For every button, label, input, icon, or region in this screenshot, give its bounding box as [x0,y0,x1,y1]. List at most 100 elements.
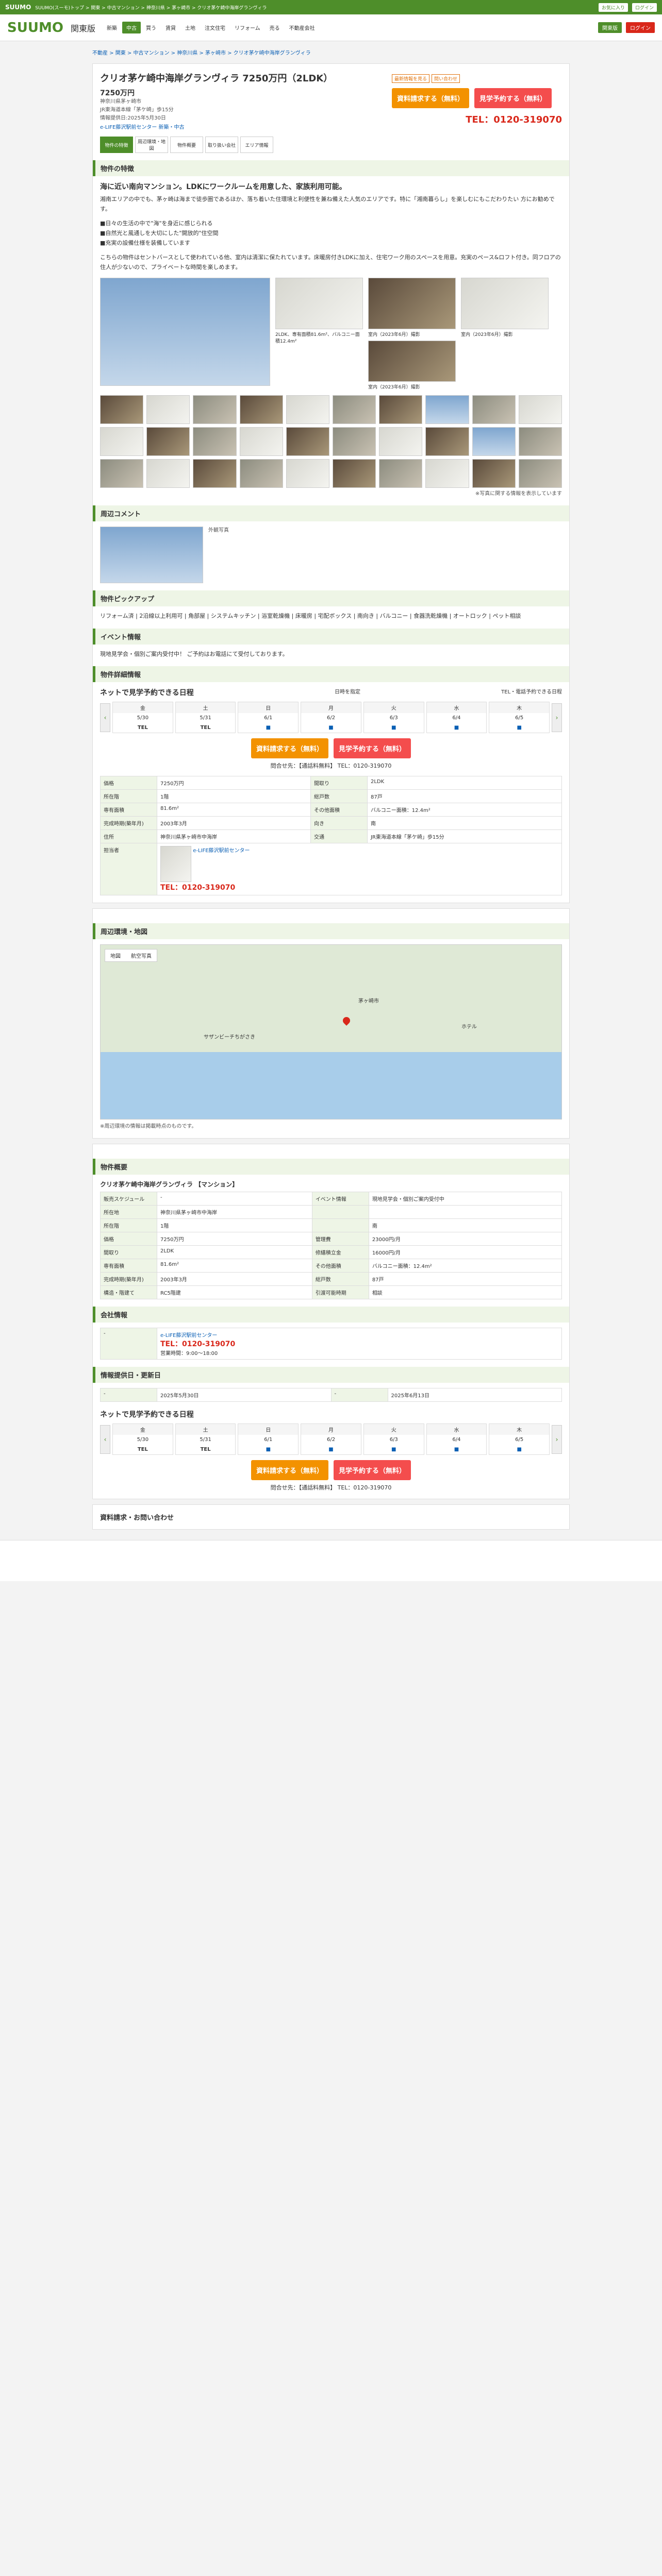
pin-icon[interactable] [341,1015,352,1026]
calendar-day[interactable]: 月 6/2 ■ [301,702,361,734]
thumbnail[interactable] [472,427,516,456]
top-logo[interactable]: SUUMO [5,4,31,11]
request-docs-button[interactable]: 資料請求する（無料） [392,88,469,108]
request-docs-button-3[interactable]: 資料請求する（無料） [251,1460,328,1481]
thumbnail[interactable] [193,427,237,456]
thumbnail[interactable] [286,427,329,456]
calendar-next-button[interactable]: › [552,703,562,732]
staff-tel[interactable]: TEL：0120-319070 [160,884,235,892]
thumbnail[interactable] [146,395,190,424]
nav-item[interactable]: 新築 [103,22,121,33]
thumbnail[interactable] [379,459,423,488]
thumbnail[interactable] [332,459,376,488]
tag-latest[interactable]: 最新情報を見る [392,74,430,83]
nav-item[interactable]: 買う [142,22,160,33]
calendar-day[interactable]: 火 6/3 ■ [363,702,424,734]
thumbnail[interactable] [239,459,283,488]
calendar-day[interactable]: 金 5/30 TEL [112,702,173,734]
calendar-radio-2[interactable]: TEL・電話予約できる日程 [501,687,562,698]
calendar-day[interactable]: 日 6/1 ■ [238,1423,299,1455]
tab-area[interactable]: エリア情報 [240,137,273,153]
nav-item[interactable]: 賃貸 [161,22,180,33]
inquiry-line-3: 問合せ先：【通話料無料】 TEL：0120-319070 [270,1484,392,1492]
calendar-next-button[interactable]: › [552,1425,562,1454]
tab-surroundings[interactable]: 周辺環境・地図 [135,137,168,153]
room-photo-3[interactable] [461,277,549,329]
company-name[interactable]: e-LIFE藤沢駅前センター [160,1333,217,1338]
request-docs-button-2[interactable]: 資料請求する（無料） [251,738,328,759]
calendar-day[interactable]: 木 6/5 ■ [489,1423,550,1455]
map-label: サザンビーチちがさき [204,1035,255,1041]
thumbnail[interactable] [193,395,237,424]
thumbnail[interactable] [518,395,562,424]
floorplan-photo[interactable] [275,277,363,329]
login-button[interactable]: ログイン [632,3,657,12]
thumbnail[interactable] [100,459,144,488]
calendar-day[interactable]: 水 6/4 ■ [426,1423,487,1455]
nav-item[interactable]: 注文住宅 [201,22,229,33]
thumbnail[interactable] [332,427,376,456]
favorite-button[interactable]: お気に入り [598,3,628,12]
thumbnail[interactable] [518,427,562,456]
staff-company[interactable]: e-LIFE藤沢駅前センター [193,848,250,854]
thumbnail[interactable] [425,395,469,424]
calendar-day[interactable]: 火 6/3 ■ [363,1423,424,1455]
calendar-prev-button[interactable]: ‹ [100,1425,110,1454]
calendar-day[interactable]: 木 6/5 ■ [489,702,550,734]
visit-reserve-button-2[interactable]: 見学予約する（無料） [334,738,411,759]
thumbnail[interactable] [425,427,469,456]
bottom-inquiry: 資料請求・お問い合わせ [92,1504,570,1530]
calendar-day[interactable]: 金 5/30 TEL [112,1423,173,1455]
breadcrumb[interactable]: 不動産 > 関東 > 中古マンション > 神奈川県 > 茅ヶ崎市 > クリオ茅ケ… [92,41,570,58]
nav-item-active[interactable]: 中古 [122,22,141,33]
calendar-prev-button[interactable]: ‹ [100,703,110,732]
thumbnail[interactable] [239,427,283,456]
area-switch-button[interactable]: 関東版 [598,22,622,33]
company-link[interactable]: e-LIFE藤沢駅前センター 新築・中古 [100,123,333,130]
room-photo[interactable] [368,277,456,329]
tab-overview[interactable]: 物件概要 [170,137,203,153]
calendar-day[interactable]: 水 6/4 ■ [426,702,487,734]
tab-features[interactable]: 物件の特徴 [100,137,133,153]
thumbnail[interactable] [379,395,423,424]
visit-reserve-button[interactable]: 見学予約する（無料） [474,88,552,108]
thumbnail[interactable] [286,459,329,488]
top-description: SUUMO(スーモ)トップ > 関東 > 中古マンション > 神奈川県 > 茅ヶ… [35,5,267,11]
nav-item[interactable]: 不動産会社 [285,22,319,33]
calendar-day[interactable]: 日 6/1 ■ [238,702,299,734]
calendar-day[interactable]: 月 6/2 ■ [301,1423,361,1455]
thumbnail[interactable] [425,459,469,488]
calendar-radio-1[interactable]: 日時を指定 [335,687,360,698]
company-tel[interactable]: TEL：0120-319070 [160,1340,235,1348]
nav-item[interactable]: 土地 [181,22,200,33]
thumbnail[interactable] [286,395,329,424]
main-photo[interactable] [100,277,270,386]
nav-item[interactable]: 売る [266,22,284,33]
thumbnail[interactable] [518,459,562,488]
calendar-day[interactable]: 土 5/31 TEL [175,1423,236,1455]
nav-item[interactable]: リフォーム [230,22,264,33]
map-tab[interactable]: 地図 [105,950,126,961]
map[interactable]: 地図 航空写真 サザンビーチちがさき 茅ヶ崎市 ホテル [100,944,562,1120]
tab-company[interactable]: 取り扱い会社 [205,137,238,153]
visit-reserve-button-3[interactable]: 見学予約する（無料） [334,1460,411,1481]
tel-number[interactable]: TEL：0120-319070 [392,112,562,126]
calendar-day[interactable]: 土 5/31 TEL [175,702,236,734]
thumbnail[interactable] [472,395,516,424]
thumbnail[interactable] [100,427,144,456]
exterior-photo[interactable] [100,526,203,583]
thumbnail-grid [100,395,562,488]
thumbnail[interactable] [332,395,376,424]
thumbnail[interactable] [100,395,144,424]
thumbnail[interactable] [146,427,190,456]
header-login-button[interactable]: ログイン [626,22,655,33]
thumbnail[interactable] [146,459,190,488]
thumbnail[interactable] [193,459,237,488]
site-logo[interactable]: SUUMO [7,20,63,36]
thumbnail[interactable] [239,395,283,424]
thumbnail[interactable] [472,459,516,488]
thumbnail[interactable] [379,427,423,456]
room-photo-2[interactable] [368,340,456,382]
tag-inquiry[interactable]: 問い合わせ [432,74,460,83]
satellite-tab[interactable]: 航空写真 [126,950,157,961]
